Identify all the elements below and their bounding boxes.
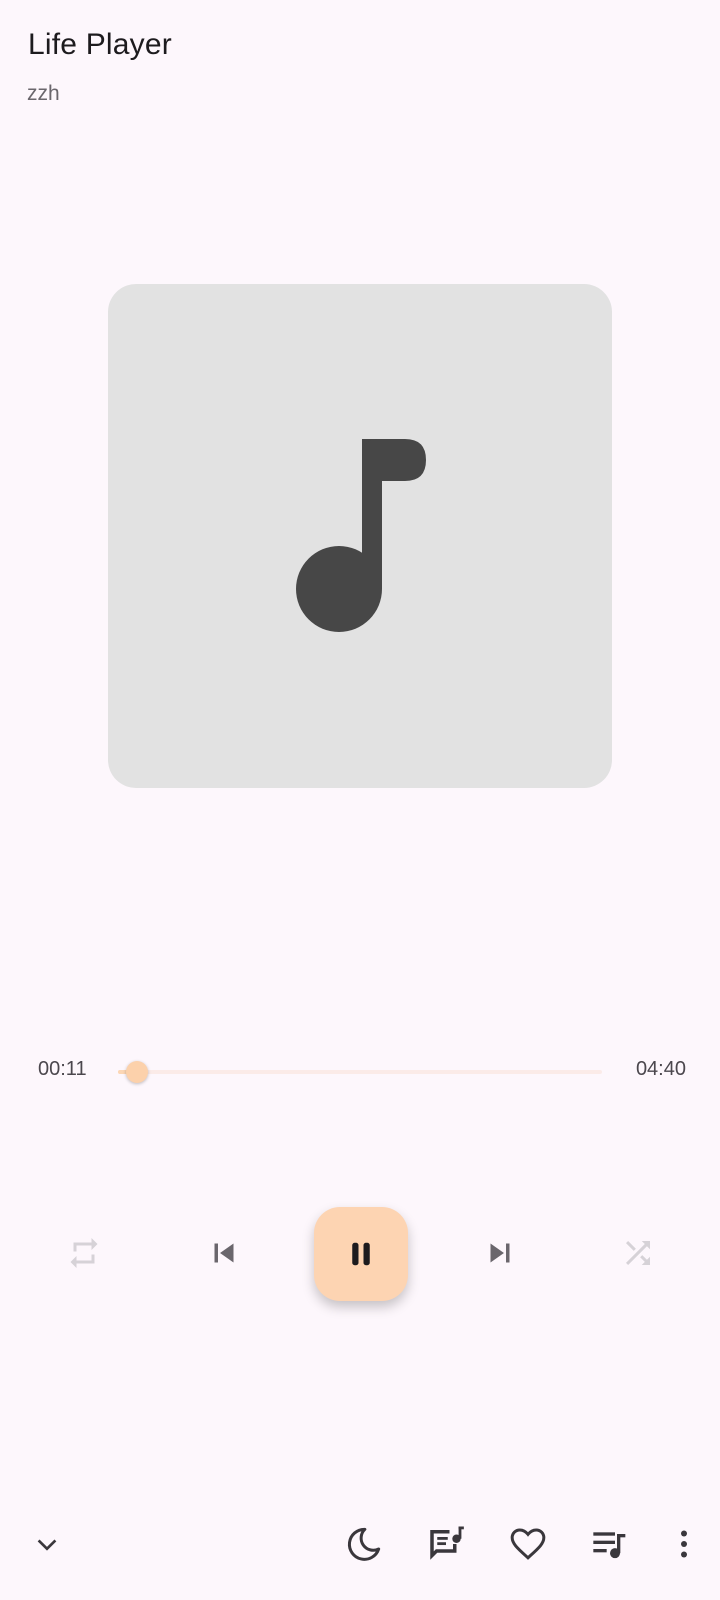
sleep-timer-button[interactable] [336,1516,392,1572]
repeat-icon [70,1238,98,1268]
lyrics-button[interactable] [418,1516,474,1572]
seek-thumb[interactable] [126,1061,149,1083]
album-cover [108,284,612,788]
total-time: 04:40 [635,1058,686,1080]
heart-icon [510,1528,546,1560]
page-title: Life Player [28,28,172,61]
favorite-button[interactable] [500,1516,556,1572]
artist-name: zzh [27,82,60,105]
more-vert-icon [681,1530,687,1558]
skip-next-icon [490,1243,510,1263]
seek-bar[interactable] [118,1060,602,1084]
queue-music-icon [593,1532,626,1559]
lyrics-icon [430,1526,464,1560]
shuffle-button[interactable] [610,1225,666,1281]
pause-icon [352,1242,370,1266]
seek-track [118,1070,602,1074]
more-options-button[interactable] [656,1516,712,1572]
repeat-button[interactable] [56,1225,112,1281]
queue-button[interactable] [582,1516,638,1572]
previous-button[interactable] [196,1225,252,1281]
next-button[interactable] [472,1225,528,1281]
play-pause-button[interactable] [314,1207,408,1301]
moon-icon [347,1527,381,1561]
chevron-down-icon [37,1539,57,1551]
elapsed-time: 00:11 [38,1058,87,1080]
skip-previous-icon [214,1243,234,1263]
music-note-icon [296,439,426,632]
shuffle-icon [626,1241,650,1265]
collapse-button[interactable] [19,1516,75,1572]
now-playing-screen: Life Player zzh 00:11 04:40 [0,0,720,1600]
